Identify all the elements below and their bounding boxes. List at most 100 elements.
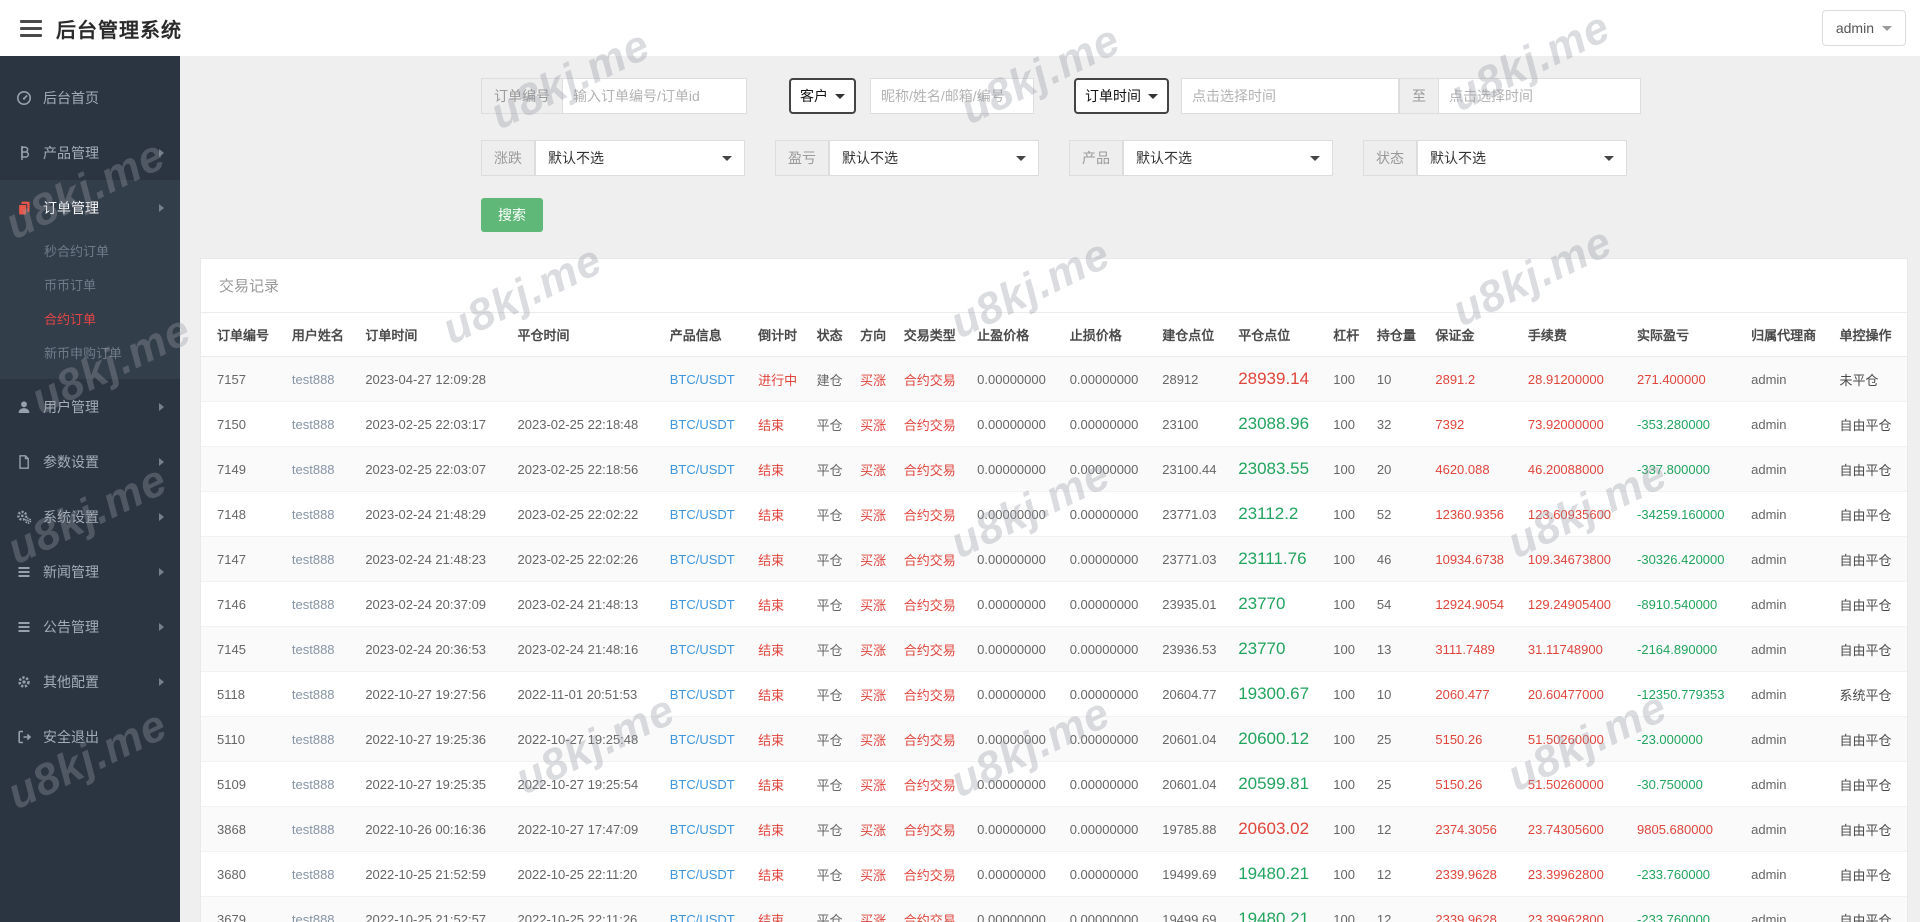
sidebar-group-orders: 订单管理 秒合约订单 币币订单 合约订单 新币申购订单 (0, 180, 180, 379)
rise-fall-select[interactable]: 默认不选 (535, 140, 745, 176)
status-select[interactable]: 默认不选 (1417, 140, 1627, 176)
cell-order-id: 5118 (201, 671, 286, 717)
cell-close-point: 23112.2 (1232, 491, 1328, 537)
chevron-right-icon (159, 203, 164, 212)
sidebar-item-products[interactable]: 产品管理 (0, 125, 180, 180)
cell-trade-type: 合约交易 (897, 896, 972, 922)
cell-open-point: 19785.88 (1156, 806, 1233, 852)
cell-product[interactable]: BTC/USDT (663, 446, 753, 492)
cell-open-point: 20601.04 (1156, 761, 1233, 807)
cell-product[interactable]: BTC/USDT (663, 356, 753, 402)
cell-order-id: 7146 (201, 581, 286, 627)
cell-open-point: 23771.03 (1156, 536, 1233, 582)
cell-product[interactable]: BTC/USDT (663, 761, 753, 807)
gear-icon (16, 674, 32, 690)
cell-product[interactable]: BTC/USDT (663, 401, 753, 447)
order-no-input[interactable] (563, 78, 747, 114)
customer-keyword-input[interactable] (870, 78, 1034, 114)
cell-actual-profit: -12350.779353 (1631, 671, 1746, 717)
cell-trade-type: 合约交易 (897, 491, 972, 537)
cell-user-name[interactable]: test888 (285, 401, 360, 447)
cell-product[interactable]: BTC/USDT (663, 806, 753, 852)
sidebar-item-params[interactable]: 参数设置 (0, 434, 180, 489)
cell-leverage: 100 (1327, 806, 1371, 852)
cell-status: 平仓 (810, 491, 855, 537)
sidebar-subitem-new-coin-orders[interactable]: 新币申购订单 (0, 337, 180, 371)
cell-user-name[interactable]: test888 (285, 716, 360, 762)
cell-open-time: 2023-04-27 12:09:28 (359, 356, 512, 402)
sidebar-item-news[interactable]: 新闻管理 (0, 544, 180, 599)
cell-product[interactable]: BTC/USDT (663, 491, 753, 537)
cell-open-point: 23100 (1156, 401, 1233, 447)
cell-fee: 129.24905400 (1521, 581, 1632, 627)
cell-product[interactable]: BTC/USDT (663, 581, 753, 627)
time-type-select[interactable]: 订单时间 (1074, 78, 1169, 114)
sidebar-subitem-second-contract-orders[interactable]: 秒合约订单 (0, 235, 180, 269)
table-row: 3868 test888 2022-10-26 00:16:36 2022-10-27… (201, 806, 1907, 852)
cell-order-id: 7149 (201, 446, 286, 492)
cell-user-name[interactable]: test888 (285, 761, 360, 807)
cell-product[interactable]: BTC/USDT (663, 536, 753, 582)
cell-user-name[interactable]: test888 (285, 896, 360, 922)
cell-user-name[interactable]: test888 (285, 491, 360, 537)
time-to-input[interactable] (1439, 78, 1641, 114)
cell-margin: 2374.3056 (1429, 806, 1522, 852)
cell-close-point: 19300.67 (1232, 671, 1328, 717)
sidebar-item-notice[interactable]: 公告管理 (0, 599, 180, 654)
cell-take-profit-price: 0.00000000 (971, 761, 1064, 807)
filter-row-1: 订单编号 客户 订单时间 至 (481, 78, 1641, 114)
cell-product[interactable]: BTC/USDT (663, 626, 753, 672)
cell-user-name[interactable]: test888 (285, 581, 360, 627)
hamburger-menu-icon[interactable] (20, 19, 42, 37)
cell-user-name[interactable]: test888 (285, 356, 360, 402)
chevron-right-icon (159, 512, 164, 521)
product-select[interactable]: 默认不选 (1123, 140, 1333, 176)
cell-fee: 109.34673800 (1521, 536, 1632, 582)
cell-user-name[interactable]: test888 (285, 851, 360, 897)
chevron-down-icon (722, 155, 732, 161)
main-content: 订单编号 客户 订单时间 至 涨跌 默认不选 盈亏 默认不选 (180, 56, 1920, 922)
search-button[interactable]: 搜索 (481, 198, 543, 232)
sidebar-subitem-contract-orders[interactable]: 合约订单 (0, 303, 180, 337)
cell-open-point: 23771.03 (1156, 491, 1233, 537)
cell-user-name[interactable]: test888 (285, 671, 360, 717)
cell-countdown: 结束 (752, 896, 811, 922)
sidebar-item-dashboard[interactable]: 后台首页 (0, 70, 180, 125)
sidebar-item-logout[interactable]: 安全退出 (0, 709, 180, 764)
status-value: 默认不选 (1430, 150, 1486, 166)
cell-user-name[interactable]: test888 (285, 626, 360, 672)
cell-margin: 7392 (1429, 401, 1522, 447)
chevron-down-icon (1310, 155, 1320, 161)
profit-loss-select[interactable]: 默认不选 (829, 140, 1039, 176)
sidebar-item-other-config[interactable]: 其他配置 (0, 654, 180, 709)
cell-close-time: 2022-10-27 17:47:09 (511, 806, 664, 852)
cell-actual-profit: -30326.420000 (1631, 536, 1746, 582)
time-from-input[interactable] (1181, 78, 1399, 114)
cell-product[interactable]: BTC/USDT (663, 671, 753, 717)
cell-margin: 12924.9054 (1429, 581, 1522, 627)
admin-user-dropdown[interactable]: admin (1821, 10, 1906, 46)
cell-actual-profit: 9805.680000 (1631, 806, 1746, 852)
sidebar-item-system[interactable]: 系统设置 (0, 489, 180, 544)
cell-status: 平仓 (810, 806, 855, 852)
cell-fee: 28.91200000 (1521, 356, 1632, 402)
cell-actual-profit: -233.760000 (1631, 896, 1746, 922)
cell-fee: 31.11748900 (1521, 626, 1632, 672)
sidebar-item-orders[interactable]: 订单管理 (0, 180, 180, 235)
cell-order-id: 3868 (201, 806, 286, 852)
cell-take-profit-price: 0.00000000 (971, 581, 1064, 627)
customer-type-select[interactable]: 客户 (789, 78, 856, 114)
sidebar-item-users[interactable]: 用户管理 (0, 379, 180, 434)
cell-product[interactable]: BTC/USDT (663, 851, 753, 897)
sidebar-subitem-coin-orders[interactable]: 币币订单 (0, 269, 180, 303)
cell-user-name[interactable]: test888 (285, 536, 360, 582)
cell-product[interactable]: BTC/USDT (663, 716, 753, 762)
sidebar-item-label: 后台首页 (43, 89, 99, 106)
column-header: 持仓量 (1370, 313, 1430, 357)
cell-user-name[interactable]: test888 (285, 806, 360, 852)
cell-close-time: 2022-10-27 19:25:54 (511, 761, 664, 807)
cell-product[interactable]: BTC/USDT (663, 896, 753, 922)
cell-user-name[interactable]: test888 (285, 446, 360, 492)
cell-margin: 2339.9628 (1429, 896, 1522, 922)
cell-trade-type: 合约交易 (897, 536, 972, 582)
